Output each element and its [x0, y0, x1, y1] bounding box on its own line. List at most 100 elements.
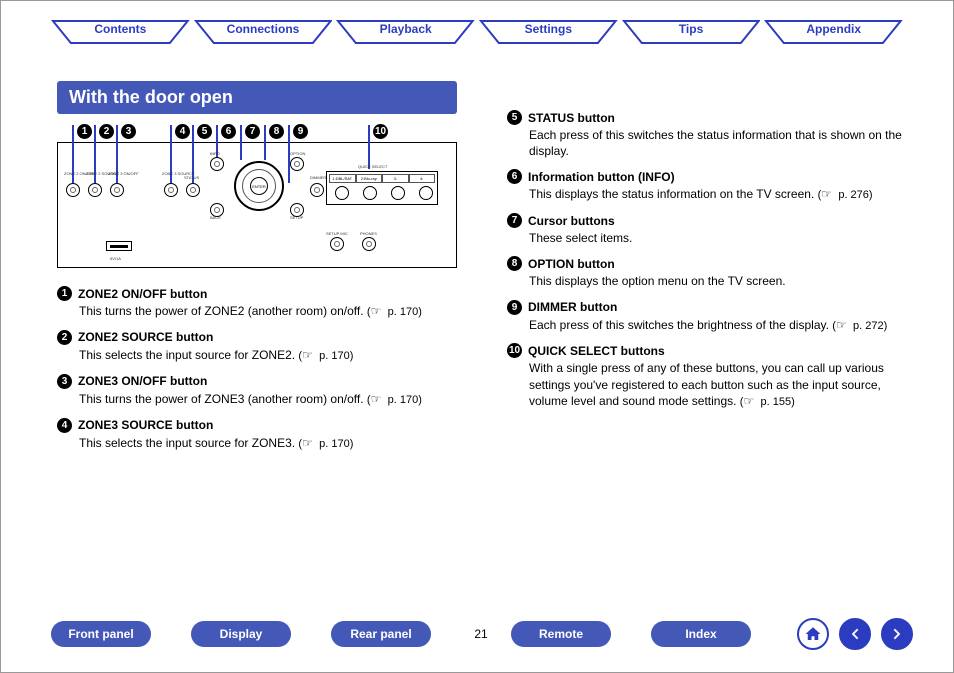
number-badge: 2	[57, 330, 72, 345]
pill-front-panel[interactable]: Front panel	[51, 621, 151, 647]
knob-phones	[362, 237, 376, 251]
marker-8: 8	[269, 124, 284, 139]
desc-head: 6 Information button (INFO)	[507, 169, 913, 184]
arrow-left-icon[interactable]	[839, 618, 871, 650]
page-ref-link[interactable]: (☞ p. 170)	[298, 347, 353, 364]
knob-dimmer	[310, 183, 324, 197]
desc-body: This selects the input source for ZONE3.…	[79, 435, 477, 452]
device-diagram: 1 2 3 4 5 6 7 8 9 10	[57, 124, 477, 268]
desc-body: This turns the power of ZONE3 (another r…	[79, 391, 477, 408]
desc-title: Information button (INFO)	[528, 170, 675, 184]
tab-playback[interactable]: Playback	[336, 19, 475, 45]
pill-rear-panel[interactable]: Rear panel	[331, 621, 431, 647]
knob-setup	[290, 203, 304, 217]
marker-2: 2	[99, 124, 114, 139]
desc-right-item: 8 OPTION button This displays the option m…	[507, 256, 913, 289]
bottom-nav: Front panel Display Rear panel 21 Remote…	[51, 618, 913, 650]
desc-title: DIMMER button	[528, 300, 617, 314]
tab-connections[interactable]: Connections	[194, 19, 333, 45]
knob-back	[210, 203, 224, 217]
qs-label-2: 2:Blu-ray	[356, 174, 383, 183]
marker-7: 7	[245, 124, 260, 139]
desc-body: This displays the status information on …	[529, 186, 913, 203]
marker-5: 5	[197, 124, 212, 139]
lbl-enter: ENTER	[250, 177, 268, 195]
number-badge: 9	[507, 300, 522, 315]
knob-zone2-source	[88, 183, 102, 197]
number-badge: 5	[507, 110, 522, 125]
number-badge: 10	[507, 343, 522, 358]
desc-head: 9 DIMMER button	[507, 300, 913, 315]
qs-knob-2	[363, 186, 377, 200]
desc-body: This selects the input source for ZONE2.…	[79, 347, 477, 364]
tab-settings[interactable]: Settings	[479, 19, 618, 45]
number-badge: 8	[507, 256, 522, 271]
tab-label: Contents	[94, 22, 146, 36]
desc-head: 5STATUS button	[507, 110, 913, 125]
lbl-zone3-onoff: ZONE 3 ON/OFF	[108, 171, 139, 176]
pill-remote[interactable]: Remote	[511, 621, 611, 647]
lbl-option: OPTION	[290, 151, 305, 156]
marker-9: 9	[293, 124, 308, 139]
desc-title: ZONE2 SOURCE button	[78, 330, 213, 344]
qs-knob-1	[335, 186, 349, 200]
knob-zone3-source	[164, 183, 178, 197]
tab-label: Connections	[227, 22, 300, 36]
page-ref-link[interactable]: (☞ p. 155)	[740, 393, 795, 410]
desc-title: ZONE3 ON/OFF button	[78, 374, 207, 388]
knob-status	[186, 183, 200, 197]
desc-body: This displays the option menu on the TV …	[529, 273, 913, 289]
qs-knob-3	[391, 186, 405, 200]
lbl-info: INFO	[210, 151, 220, 156]
desc-title: QUICK SELECT buttons	[528, 344, 665, 358]
desc-head: 7Cursor buttons	[507, 213, 913, 228]
pointer-icon: ☞	[821, 186, 835, 202]
tab-tips[interactable]: Tips	[622, 19, 761, 45]
pointer-icon: ☞	[371, 303, 385, 319]
desc-head: 4ZONE3 SOURCE button	[57, 418, 477, 433]
usb-port	[106, 241, 132, 251]
lbl-usb: 5V/1A	[110, 256, 121, 261]
page-ref-link[interactable]: (☞ p. 170)	[367, 391, 422, 408]
page-ref-link[interactable]: (☞ p. 170)	[298, 435, 353, 452]
tab-label: Settings	[525, 22, 572, 36]
cursor-dial: ENTER	[234, 161, 284, 211]
desc-right-item: 9 DIMMER button Each press of this switche…	[507, 300, 913, 334]
pointer-icon: ☞	[743, 393, 757, 409]
page-ref-link[interactable]: (☞ p. 276)	[818, 186, 873, 203]
knob-option	[290, 157, 304, 171]
desc-title: OPTION button	[528, 257, 615, 271]
page-ref-link[interactable]: (☞ p. 272)	[832, 317, 887, 334]
desc-right-item: 10QUICK SELECT buttonsWith a single pres…	[507, 343, 913, 409]
knob-info	[210, 157, 224, 171]
desc-right-item: 5STATUS button Each press of this switche…	[507, 110, 913, 159]
lbl-dimmer: DIMMER	[310, 175, 326, 180]
desc-body: This turns the power of ZONE2 (another r…	[79, 303, 477, 320]
marker-10: 10	[373, 124, 388, 139]
desc-head: 3ZONE3 ON/OFF button	[57, 374, 477, 389]
home-icon[interactable]	[797, 618, 829, 650]
lbl-setup-mic: SETUP MIC	[326, 231, 348, 236]
top-nav: Contents Connections Playback Settings T…	[1, 1, 953, 47]
qs-label-4: 4:	[409, 174, 436, 183]
desc-left-item: 1ZONE2 ON/OFF buttonThis turns the power…	[57, 286, 477, 320]
tab-appendix[interactable]: Appendix	[764, 19, 903, 45]
knob-setup-mic	[330, 237, 344, 251]
desc-body: Each press of this switches the status i…	[529, 127, 913, 159]
qs-label-3: 3:	[382, 174, 409, 183]
desc-left-item: 2 ZONE2 SOURCE button This selects the inp…	[57, 330, 477, 364]
number-badge: 6	[507, 169, 522, 184]
arrow-right-icon[interactable]	[881, 618, 913, 650]
tab-contents[interactable]: Contents	[51, 19, 190, 45]
pill-display[interactable]: Display	[191, 621, 291, 647]
pill-index[interactable]: Index	[651, 621, 751, 647]
desc-left-item: 4ZONE3 SOURCE button This selects the inp…	[57, 418, 477, 452]
marker-1: 1	[77, 124, 92, 139]
tab-label: Appendix	[806, 22, 861, 36]
lbl-quick-select: QUICK SELECT	[358, 164, 387, 169]
page-ref-link[interactable]: (☞ p. 170)	[367, 303, 422, 320]
number-badge: 7	[507, 213, 522, 228]
desc-body: Each press of this switches the brightne…	[529, 317, 913, 334]
desc-title: ZONE2 ON/OFF button	[78, 287, 207, 301]
lbl-phones: PHONES	[360, 231, 377, 236]
